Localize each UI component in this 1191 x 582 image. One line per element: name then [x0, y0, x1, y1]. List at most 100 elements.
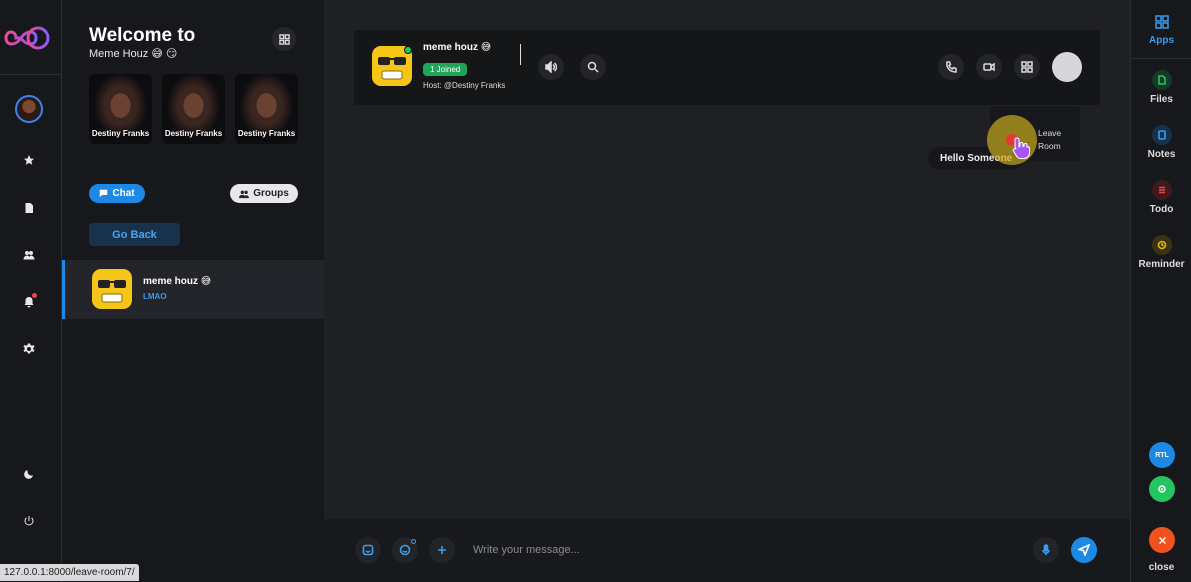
- reminder-app-button[interactable]: Reminder: [1131, 235, 1191, 270]
- sticker-icon: [362, 544, 374, 556]
- files-label: Files: [1150, 94, 1173, 105]
- speaker-icon: [545, 61, 557, 73]
- documents-button[interactable]: [19, 198, 39, 218]
- user-avatar[interactable]: [15, 95, 43, 123]
- app-root: Welcome to Meme Houz 😅 😏 Destiny Franks …: [0, 0, 1191, 582]
- phone-icon: [946, 61, 957, 73]
- gear-icon: [1158, 485, 1166, 493]
- rail-divider: [0, 74, 62, 75]
- notes-app-button[interactable]: Notes: [1131, 125, 1191, 160]
- voice-call-button[interactable]: [938, 54, 964, 80]
- settings-icon: [23, 343, 35, 354]
- notification-dot: [32, 293, 37, 298]
- welcome-title: Welcome to: [89, 25, 196, 46]
- chat-main: meme houz 😅 1 Joined Host: @Destiny Fran…: [324, 0, 1130, 582]
- theme-settings-button[interactable]: [1149, 476, 1175, 502]
- video-icon: [983, 62, 995, 72]
- star-icon: [24, 155, 34, 165]
- right-app-rail: Apps Files Notes Todo Reminder RTL close: [1130, 0, 1191, 582]
- reminder-label: Reminder: [1138, 259, 1185, 270]
- search-icon: [587, 61, 599, 73]
- left-icon-rail: [0, 0, 62, 582]
- story-name: Destiny Franks: [237, 129, 296, 138]
- link-status-bar: 127.0.0.1:8000/leave-room/7/: [0, 564, 139, 581]
- rtl-toggle-button[interactable]: RTL: [1149, 442, 1175, 468]
- message-composer: [324, 519, 1130, 582]
- todo-app-button[interactable]: Todo: [1131, 180, 1191, 215]
- notes-icon: [1151, 125, 1172, 145]
- document-icon: [25, 203, 33, 213]
- close-label: close: [1148, 562, 1175, 573]
- room-name: meme houz 😅: [423, 42, 492, 53]
- groups-tab-label: Groups: [253, 188, 289, 199]
- video-call-button[interactable]: [976, 54, 1002, 80]
- story-card[interactable]: Destiny Franks: [89, 74, 152, 144]
- joined-badge: 1 Joined: [423, 63, 468, 76]
- message-input[interactable]: [473, 539, 1013, 561]
- groups-tab-button[interactable]: Groups: [230, 184, 298, 203]
- leave-room-option[interactable]: Leave Room: [1038, 127, 1061, 153]
- room-apps-button[interactable]: [1014, 54, 1040, 80]
- app-subtitle: Meme Houz 😅 😏: [89, 48, 178, 60]
- sunglasses-emoji-avatar: [92, 269, 132, 309]
- voice-message-button[interactable]: [1033, 537, 1059, 563]
- clock-icon: [1151, 235, 1172, 255]
- todo-label: Todo: [1149, 204, 1174, 215]
- leave-room-line1: Leave: [1038, 128, 1062, 138]
- close-panel-button[interactable]: [1149, 527, 1175, 553]
- microphone-icon: [1042, 544, 1050, 555]
- grid-icon: [278, 33, 290, 45]
- send-icon: [1078, 544, 1090, 556]
- users-icon: [23, 251, 35, 260]
- favorites-button[interactable]: [19, 150, 39, 170]
- apps-button[interactable]: Apps: [1131, 15, 1191, 46]
- contacts-button[interactable]: [19, 245, 39, 265]
- story-card[interactable]: Destiny Franks: [235, 74, 298, 144]
- chat-list-panel: Welcome to Meme Houz 😅 😏 Destiny Franks …: [62, 0, 324, 582]
- send-button[interactable]: [1071, 537, 1097, 563]
- notes-label: Notes: [1147, 149, 1176, 160]
- apps-grid-icon: [1154, 15, 1169, 29]
- emoji-badge: [411, 539, 416, 544]
- layout-toggle-button[interactable]: [272, 27, 296, 51]
- close-icon: [1158, 536, 1166, 544]
- group-icon: [239, 190, 250, 198]
- emoji-icon: [399, 544, 411, 556]
- notifications-button[interactable]: [19, 292, 39, 312]
- apps-label: Apps: [1149, 35, 1174, 46]
- right-rail-divider: [1131, 58, 1191, 59]
- hand-cursor-icon: [1012, 137, 1030, 159]
- chat-item-last-message: LMAO: [143, 292, 167, 301]
- chat-header: meme houz 😅 1 Joined Host: @Destiny Fran…: [354, 30, 1100, 105]
- chat-item-name: meme houz 😅: [143, 276, 212, 287]
- online-indicator: [404, 46, 412, 54]
- power-icon: [24, 516, 34, 526]
- plus-icon: [438, 546, 446, 554]
- chat-tab-button[interactable]: Chat: [89, 184, 145, 203]
- chat-tab-label: Chat: [112, 188, 135, 199]
- files-app-button[interactable]: Files: [1131, 70, 1191, 105]
- settings-button[interactable]: [19, 339, 39, 359]
- dark-mode-toggle[interactable]: [19, 464, 39, 484]
- stories-row: Destiny Franks Destiny Franks Destiny Fr…: [89, 74, 298, 144]
- go-back-button[interactable]: Go Back: [89, 223, 180, 246]
- story-name: Destiny Franks: [164, 129, 223, 138]
- leave-room-line2: Room: [1038, 141, 1061, 151]
- story-name: Destiny Franks: [91, 129, 150, 138]
- moon-icon: [24, 470, 33, 479]
- logout-button[interactable]: [19, 511, 39, 531]
- todo-list-icon: [1151, 180, 1172, 200]
- files-icon: [1151, 70, 1172, 90]
- text-cursor: [520, 44, 521, 65]
- more-options-button[interactable]: [1052, 52, 1082, 82]
- sticker-button[interactable]: [355, 537, 381, 563]
- grid-icon: [1021, 61, 1033, 73]
- chat-icon: [100, 189, 108, 198]
- chat-list-item[interactable]: meme houz 😅 LMAO: [62, 260, 324, 319]
- infinity-logo[interactable]: [4, 22, 54, 54]
- mute-button[interactable]: [538, 54, 564, 80]
- emoji-button[interactable]: [392, 537, 418, 563]
- story-card[interactable]: Destiny Franks: [162, 74, 225, 144]
- search-button[interactable]: [580, 54, 606, 80]
- attach-button[interactable]: [429, 537, 455, 563]
